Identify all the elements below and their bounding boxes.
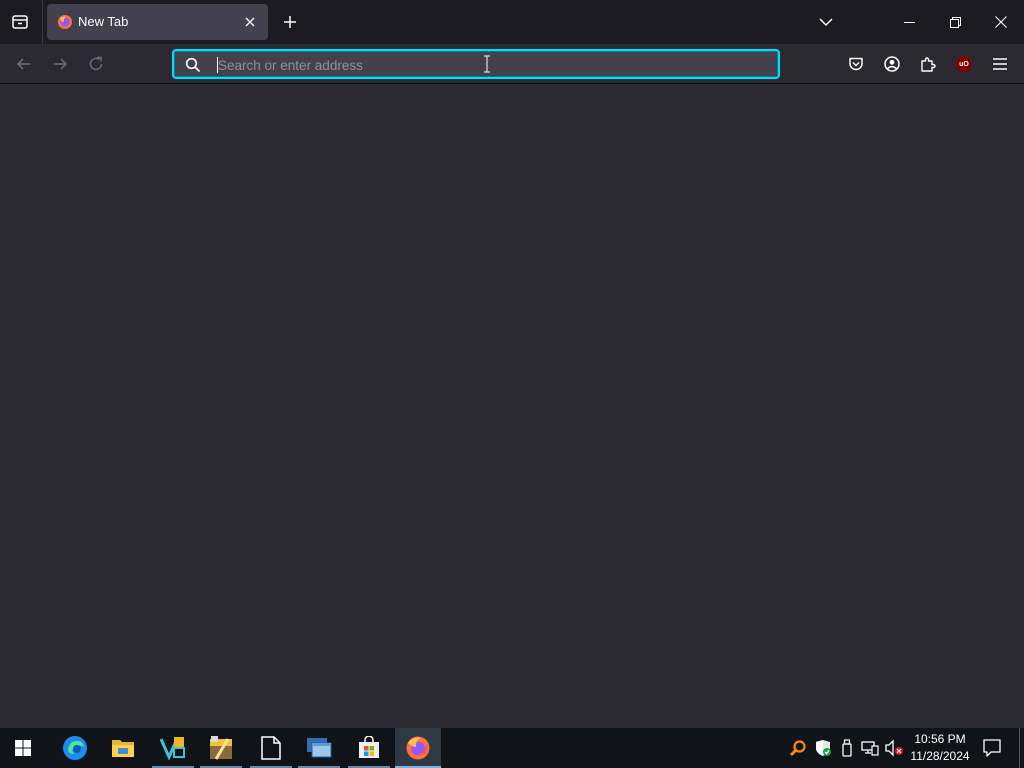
winrar-icon (210, 736, 232, 760)
tab-new-tab[interactable]: New Tab (47, 4, 268, 40)
navigation-toolbar: uO (0, 44, 1024, 84)
taskbar-edge[interactable] (52, 728, 98, 768)
taskbar-microsoft-store[interactable] (346, 728, 392, 768)
vscode-icon (160, 737, 185, 760)
window-close-button[interactable] (978, 0, 1024, 44)
extensions-button[interactable] (912, 48, 944, 80)
back-button[interactable] (8, 48, 40, 80)
close-icon (245, 17, 255, 27)
tray-usb-device-icon[interactable] (837, 738, 857, 758)
pocket-icon (849, 57, 863, 71)
tab-overflow-button[interactable] (810, 6, 842, 38)
minimize-icon (903, 21, 915, 23)
tray-volume-muted-icon[interactable] (884, 738, 904, 758)
action-center-button[interactable] (980, 736, 1004, 760)
clock-time: 10:56 PM (914, 732, 966, 746)
app-menu-button[interactable] (984, 48, 1016, 80)
firefox-icon (406, 736, 430, 760)
taskbar-firefox[interactable] (395, 728, 441, 768)
restore-icon (949, 16, 961, 28)
show-desktop-button[interactable] (1019, 728, 1020, 768)
firefox-window: New Tab Search or enter address uO 10:56… (0, 0, 1024, 768)
arrow-left-icon (16, 58, 30, 70)
hamburger-menu-icon (993, 58, 1007, 70)
plus-icon (284, 16, 296, 28)
restore-button[interactable] (932, 0, 978, 44)
edge-icon (63, 736, 87, 760)
tray-security-shield-icon[interactable] (813, 738, 833, 758)
reload-icon (89, 56, 103, 71)
tray-search-icon[interactable] (788, 738, 808, 758)
search-icon (184, 56, 202, 74)
tab-strip: New Tab (0, 0, 1024, 44)
tab-title: New Tab (78, 14, 129, 29)
store-bag-icon (359, 736, 379, 758)
mouse-ibeam-cursor-icon (482, 55, 492, 73)
account-button[interactable] (876, 48, 908, 80)
tab-manager-icon (12, 15, 28, 29)
ublock-origin-icon: uO (956, 56, 972, 72)
taskbar-vscode[interactable] (150, 728, 196, 768)
taskbar-document[interactable] (248, 728, 294, 768)
folder-icon (112, 740, 134, 757)
reload-button[interactable] (80, 48, 112, 80)
account-icon (884, 56, 900, 72)
arrow-right-icon (54, 58, 68, 70)
forward-button[interactable] (44, 48, 76, 80)
taskbar-file-explorer[interactable] (100, 728, 146, 768)
clock-date: 11/28/2024 (910, 749, 970, 763)
taskbar-remote-desktop[interactable] (296, 728, 342, 768)
monitor-icon (307, 738, 332, 758)
page-content-area (0, 85, 1024, 728)
windows-taskbar: 10:56 PM 11/28/2024 (0, 728, 1024, 768)
address-bar[interactable] (172, 49, 780, 79)
puzzle-piece-icon (921, 57, 936, 72)
taskbar-clock[interactable]: 10:56 PM 11/28/2024 (905, 731, 975, 765)
windows-logo-icon (15, 740, 31, 756)
start-button[interactable] (0, 728, 46, 768)
taskbar-winrar[interactable] (198, 728, 244, 768)
new-tab-button[interactable] (276, 8, 304, 36)
minimize-button[interactable] (886, 0, 932, 44)
close-icon (995, 16, 1007, 28)
document-icon (261, 736, 281, 760)
notification-icon (983, 739, 1001, 757)
firefox-favicon-icon (56, 13, 74, 31)
tab-close-button[interactable] (238, 10, 262, 34)
tray-network-icon[interactable] (860, 738, 880, 758)
pocket-button[interactable] (840, 48, 872, 80)
chevron-down-icon (819, 18, 833, 27)
tab-strip-divider (42, 0, 43, 44)
ublock-origin-button[interactable]: uO (948, 48, 980, 80)
list-all-tabs-button[interactable] (4, 6, 36, 38)
